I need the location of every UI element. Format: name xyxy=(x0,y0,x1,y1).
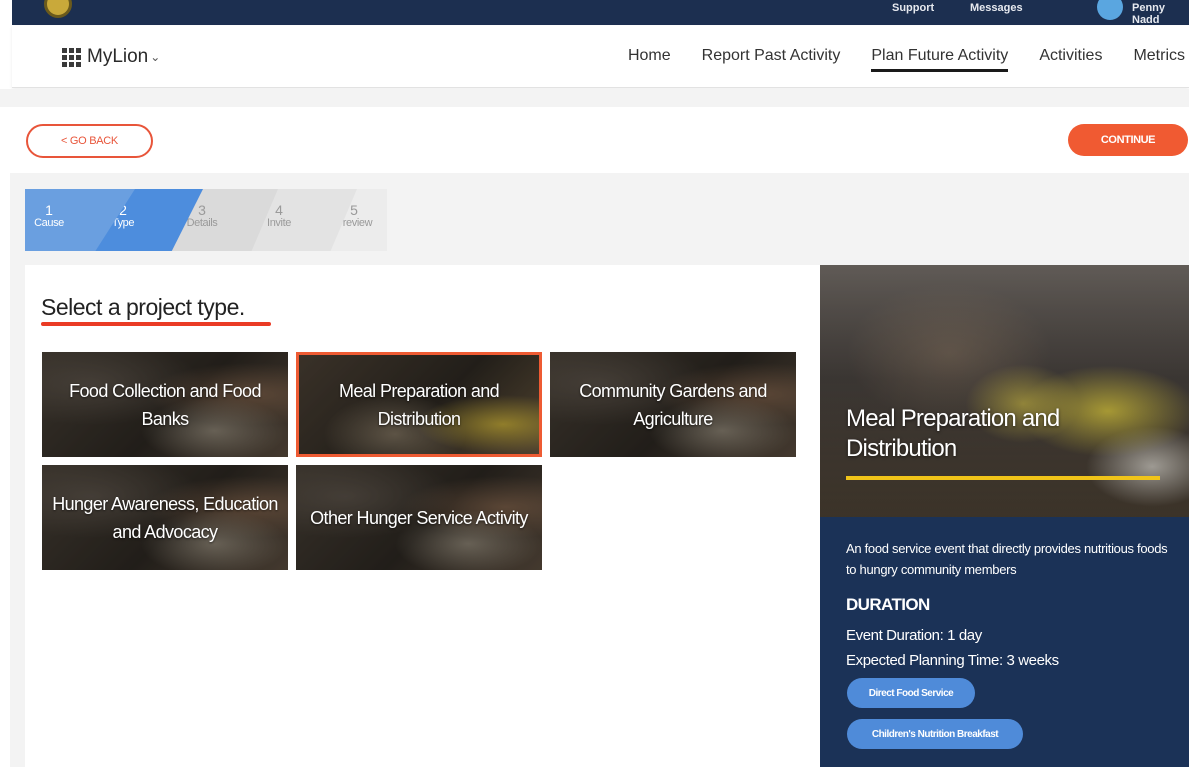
tile-other-hunger-service[interactable]: Other Hunger Service Activity xyxy=(296,465,542,570)
nav-plan-future-activity[interactable]: Plan Future Activity xyxy=(871,47,1009,72)
hero-photo: Meal Preparation and Distribution xyxy=(820,265,1189,517)
brand-name: MyLion xyxy=(87,46,149,67)
page-title: Select a project type. xyxy=(41,294,245,320)
planning-time: Expected Planning Time: 3 weeks xyxy=(846,652,1059,669)
nav-home[interactable]: Home xyxy=(628,47,671,72)
action-toolbar: < GO BACK CONTINUE xyxy=(10,107,1189,173)
tile-title: Community Gardens and Agriculture xyxy=(579,380,767,429)
tile-title: Hunger Awareness, Education and Advocacy xyxy=(52,493,278,542)
title-accent-bar xyxy=(846,476,1160,480)
detail-title: Meal Preparation and Distribution xyxy=(846,405,1060,462)
go-back-button[interactable]: < GO BACK xyxy=(26,124,153,158)
lions-logo-icon[interactable] xyxy=(44,0,72,18)
user-avatar[interactable] xyxy=(1097,0,1123,20)
nav-metrics[interactable]: Metrics xyxy=(1133,47,1185,72)
nav-report-past-activity[interactable]: Report Past Activity xyxy=(702,47,841,72)
title-underline xyxy=(41,322,271,326)
messages-link[interactable]: Messages xyxy=(970,2,1023,14)
detail-description: An food service event that directly prov… xyxy=(846,541,1168,577)
step-number: 1 xyxy=(45,202,53,218)
top-utility-bar: Support Messages Penny Nadd xyxy=(12,0,1189,25)
progress-stepper: 5 Preview 4 Invite 3 Details 2 Type 1 Ca… xyxy=(25,189,387,251)
tile-meal-preparation[interactable]: Meal Preparation and Distribution xyxy=(296,352,542,457)
app-switcher[interactable]: MyLion ⌄ xyxy=(62,46,160,68)
project-detail-panel: Meal Preparation and Distribution An foo… xyxy=(820,265,1189,767)
tag-direct-food-service[interactable]: Direct Food Service xyxy=(847,678,975,708)
nav-links: Home Report Past Activity Plan Future Ac… xyxy=(597,47,1185,72)
user-name[interactable]: Penny Nadd xyxy=(1132,2,1189,25)
tile-title: Food Collection and Food Banks xyxy=(69,380,261,429)
tile-hunger-awareness[interactable]: Hunger Awareness, Education and Advocacy xyxy=(42,465,288,570)
nav-spacer xyxy=(0,89,1189,107)
chevron-down-icon: ⌄ xyxy=(150,50,161,64)
project-type-panel: Select a project type. Food Collection a… xyxy=(25,265,820,767)
tile-food-collection[interactable]: Food Collection and Food Banks xyxy=(42,352,288,457)
nav-activities[interactable]: Activities xyxy=(1039,47,1102,72)
tile-title: Other Hunger Service Activity xyxy=(310,507,528,528)
app-grid-icon xyxy=(62,47,81,67)
continue-button[interactable]: CONTINUE xyxy=(1068,124,1188,156)
tag-childrens-nutrition-breakfast[interactable]: Children's Nutrition Breakfast xyxy=(847,719,1023,749)
support-link[interactable]: Support xyxy=(892,2,934,14)
step-label: Cause xyxy=(34,217,64,229)
main-navbar: MyLion ⌄ Home Report Past Activity Plan … xyxy=(12,26,1189,88)
tile-title: Meal Preparation and Distribution xyxy=(338,380,500,429)
duration-heading: DURATION xyxy=(846,595,930,614)
event-duration: Event Duration: 1 day xyxy=(846,627,982,644)
tile-community-gardens[interactable]: Community Gardens and Agriculture xyxy=(550,352,796,457)
